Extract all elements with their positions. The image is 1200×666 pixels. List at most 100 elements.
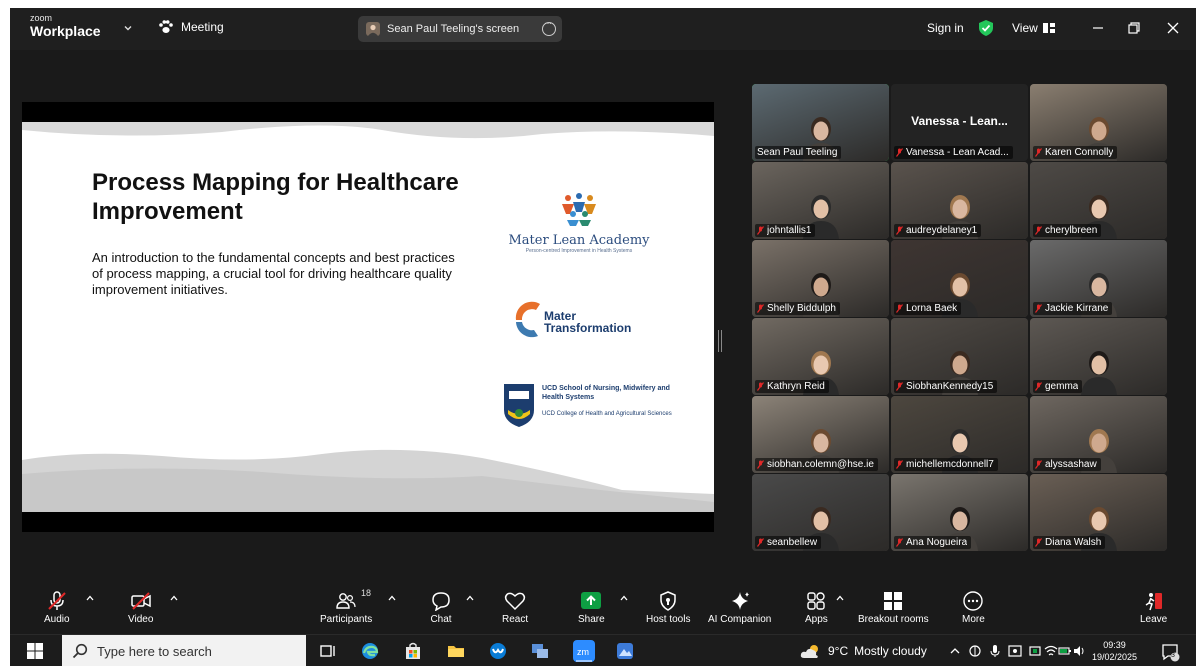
mater-lean-academy-logo: Mater Lean Academy Person-centred Improv… [504, 192, 654, 254]
battery-icon[interactable] [1058, 644, 1072, 658]
edge-browser-icon[interactable] [360, 641, 380, 661]
participant-tile[interactable]: Lorna Baek [891, 240, 1028, 317]
video-gallery: Sean Paul Teeling Vanessa - Lean... Vaness… [752, 84, 1167, 551]
chat-button[interactable]: Chat [430, 591, 452, 625]
video-options-caret-icon[interactable] [170, 595, 178, 601]
breakout-rooms-button[interactable]: Breakout rooms [858, 591, 929, 625]
microphone-muted-icon [896, 538, 903, 547]
network-drive-icon[interactable] [968, 644, 982, 658]
audio-options-caret-icon[interactable] [86, 595, 94, 601]
logo3-line1: UCD School of Nursing, Midwifery and Hea… [542, 385, 670, 401]
share-options-caret-icon[interactable] [620, 595, 628, 601]
volume-icon[interactable] [1072, 644, 1086, 658]
microphone-muted-icon [1035, 148, 1042, 157]
sign-in-link[interactable]: Sign in [927, 21, 964, 35]
share-button[interactable]: Share [578, 591, 605, 625]
more-options-icon[interactable] [542, 18, 556, 36]
meeting-menu[interactable]: Meeting [158, 20, 224, 34]
participant-tile[interactable]: Kathryn Reid [752, 318, 889, 395]
host-tools-label: Host tools [646, 614, 691, 625]
participant-tile[interactable]: michellemcdonnell7 [891, 396, 1028, 473]
chat-options-caret-icon[interactable] [466, 595, 474, 601]
more-button[interactable]: More [962, 591, 985, 625]
apps-options-caret-icon[interactable] [836, 595, 844, 601]
presenter-avatar-icon [366, 22, 380, 36]
screen-share-indicator[interactable]: Sean Paul Teeling's screen [358, 16, 562, 42]
participant-name-label: SiobhanKennedy15 [894, 380, 998, 393]
split-divider-handle[interactable] [718, 330, 722, 352]
device-tray-icon[interactable] [1028, 644, 1042, 658]
participant-tile[interactable]: Ana Nogueira [891, 474, 1028, 551]
participant-tile[interactable]: gemma [1030, 318, 1167, 395]
webex-icon[interactable] [488, 641, 508, 661]
react-button[interactable]: React [502, 591, 528, 625]
ucd-crest-icon [504, 384, 534, 427]
ai-companion-button[interactable]: AI Companion [708, 591, 771, 625]
participant-tile[interactable]: Sean Paul Teeling [752, 84, 889, 161]
file-explorer-icon[interactable] [446, 641, 466, 661]
view-menu[interactable]: View [1012, 21, 1055, 35]
brand-small: zoom [30, 13, 53, 23]
participant-tile[interactable]: Vanessa - Lean... Vanessa - Lean Acad... [891, 84, 1028, 161]
chat-label: Chat [430, 614, 452, 625]
title-bar: zoom Workplace Meeting Sean Paul Teeling… [10, 8, 1196, 50]
participant-name-label: Jackie Kirrane [1033, 302, 1113, 315]
audio-button[interactable]: Audio [44, 591, 70, 625]
participants-icon [336, 593, 356, 609]
close-icon[interactable] [1163, 18, 1183, 38]
participant-tile[interactable]: johntallis1 [752, 162, 889, 239]
participant-tile[interactable]: audreydelaney1 [891, 162, 1028, 239]
microphone-muted-icon [1035, 382, 1042, 391]
microphone-muted-icon [757, 538, 764, 547]
host-tools-button[interactable]: Host tools [646, 591, 690, 625]
participant-name: Shelly Biddulph [767, 303, 836, 314]
clock-time: 09:39 [1103, 640, 1126, 650]
microphone-muted-icon [896, 382, 903, 391]
zoom-app-icon[interactable]: zm [573, 640, 595, 662]
taskbar-search-box[interactable]: Type here to search [62, 635, 306, 666]
chat-bubble-icon [432, 592, 450, 611]
participant-tile[interactable]: cherylbreen [1030, 162, 1167, 239]
microphone-tray-icon[interactable] [988, 644, 1002, 658]
zoom-window: zoom Workplace Meeting Sean Paul Teeling… [10, 8, 1196, 666]
cloud-sun-icon [800, 645, 818, 658]
weather-widget[interactable]: 9°C Mostly cloudy [800, 643, 927, 659]
participant-name-label: Kathryn Reid [755, 380, 829, 393]
restore-icon[interactable] [1124, 18, 1144, 38]
system-clock[interactable]: 09:39 19/02/2025 [1092, 639, 1137, 663]
windows-start-icon[interactable] [27, 643, 43, 659]
participant-name-label: Lorna Baek [894, 302, 962, 315]
participant-tile[interactable]: Shelly Biddulph [752, 240, 889, 317]
shield-check-icon[interactable] [978, 19, 994, 37]
participant-tile[interactable]: siobhan.colemn@hse.ie [752, 396, 889, 473]
notifications-icon[interactable] [1160, 642, 1180, 662]
participants-options-caret-icon[interactable] [388, 595, 396, 601]
participant-tile[interactable]: Jackie Kirrane [1030, 240, 1167, 317]
participant-tile[interactable]: Diana Walsh [1030, 474, 1167, 551]
apps-button[interactable]: Apps [805, 591, 828, 625]
breakout-rooms-icon [884, 592, 903, 610]
photos-app-icon[interactable] [615, 641, 635, 661]
microsoft-store-icon[interactable] [403, 641, 423, 661]
participant-name-label: michellemcdonnell7 [894, 458, 998, 471]
leave-button[interactable]: Leave [1140, 591, 1167, 625]
network-app-icon[interactable] [530, 641, 550, 661]
presentation-slide: Process Mapping for Healthcare Improveme… [22, 122, 714, 512]
wifi-icon[interactable] [1044, 644, 1058, 658]
participant-tile[interactable]: Karen Connolly [1030, 84, 1167, 161]
logo3-line2: UCD College of Health and Agricultural S… [542, 411, 672, 417]
participant-name-label: Ana Nogueira [894, 536, 972, 549]
slide-title: Process Mapping for Healthcare Improveme… [92, 169, 459, 225]
participant-tile[interactable]: alyssashaw [1030, 396, 1167, 473]
minimize-icon[interactable] [1088, 18, 1108, 38]
chevron-down-icon[interactable] [123, 23, 133, 33]
task-view-icon[interactable] [318, 641, 338, 661]
video-button[interactable]: Video [128, 591, 153, 625]
meeting-label: Meeting [181, 20, 224, 34]
chevron-up-icon[interactable] [948, 644, 962, 658]
participant-tile[interactable]: seanbellew [752, 474, 889, 551]
participant-name-label: gemma [1033, 380, 1083, 393]
participant-tile[interactable]: SiobhanKennedy15 [891, 318, 1028, 395]
participant-name-label: siobhan.colemn@hse.ie [755, 458, 878, 471]
security-tray-icon[interactable] [1008, 644, 1022, 658]
